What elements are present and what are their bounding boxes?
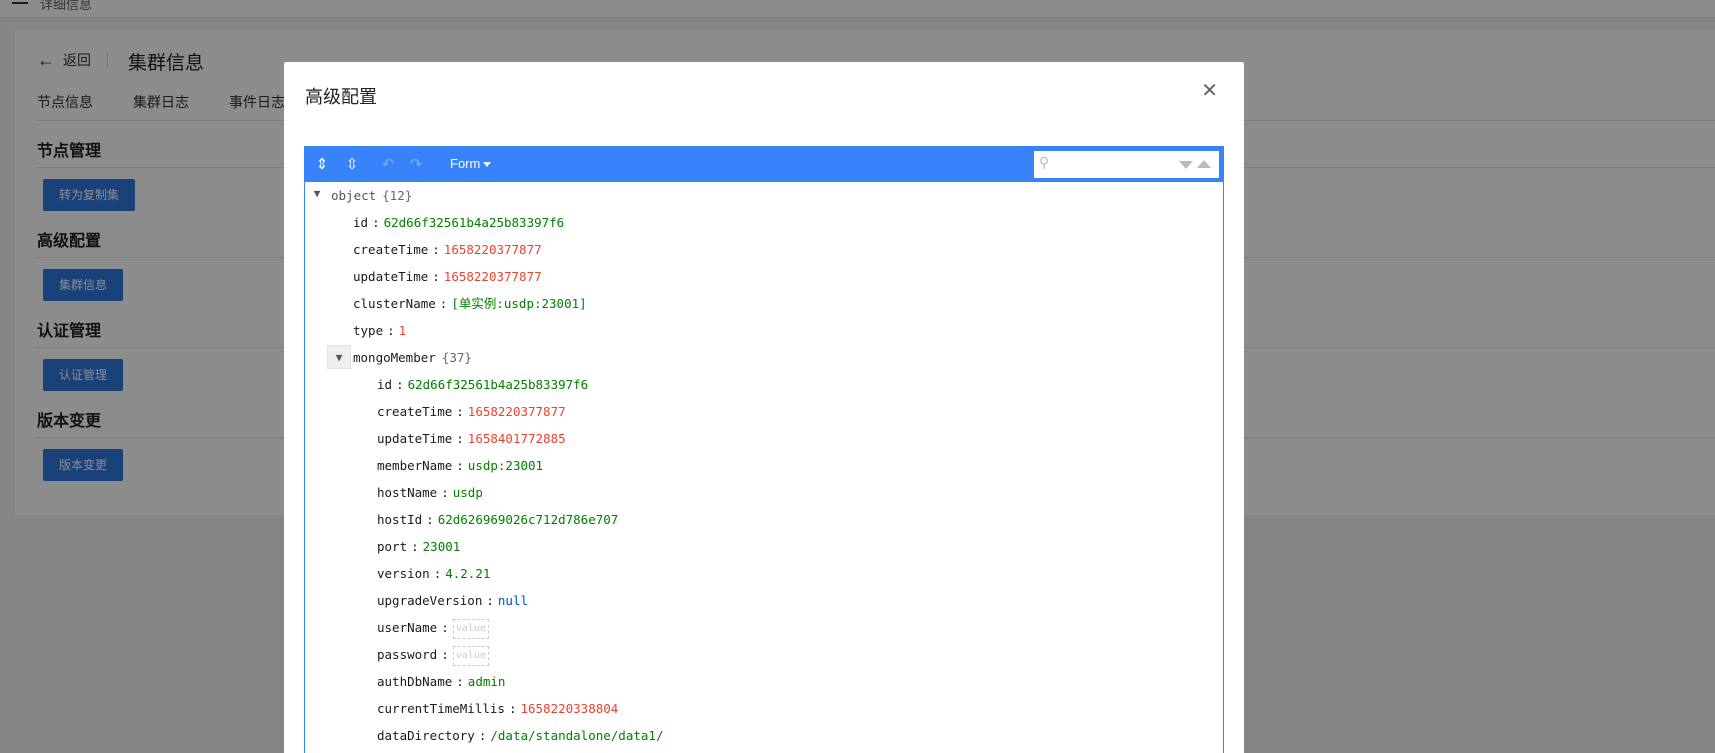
tree-field-dataDirectory[interactable]: dataDirectory:/data/standalone/data1/ <box>377 722 663 749</box>
field-key[interactable]: currentTimeMillis <box>377 701 505 716</box>
caret-down-icon <box>483 162 492 168</box>
tree-field-createTime[interactable]: createTime:1658220377877 <box>377 398 566 425</box>
field-key[interactable]: clusterName <box>353 296 436 311</box>
tree-field-memberName[interactable]: memberName: usdp:23001 <box>377 452 543 479</box>
field-separator: : <box>432 242 440 257</box>
tree-field-port[interactable]: port:23001 <box>377 533 460 560</box>
field-separator: : <box>441 485 449 500</box>
field-separator: : <box>456 404 464 419</box>
field-separator: : <box>441 647 449 662</box>
field-key[interactable]: dataDirectory <box>377 728 475 743</box>
field-value[interactable]: 1658220377877 <box>444 242 542 257</box>
mode-label: Form <box>450 156 481 171</box>
field-key[interactable]: createTime <box>377 404 452 419</box>
field-key[interactable]: authDbName <box>377 674 452 689</box>
field-separator: : <box>441 620 449 635</box>
field-value[interactable]: 62d66f32561b4a25b83397f6 <box>408 377 589 392</box>
field-key[interactable]: id <box>377 377 392 392</box>
json-editor: ⇕ ⇳ ↶ ↷ Form ⚲ ▼ object {12} id:62d66f325… <box>304 146 1224 753</box>
field-value[interactable]: value <box>452 645 489 666</box>
field-value[interactable]: 4.2.21 <box>445 566 490 581</box>
tree-field-upgradeVersion[interactable]: upgradeVersion: null <box>377 587 528 614</box>
field-separator: : <box>433 566 442 581</box>
field-value[interactable]: usdp <box>453 485 483 500</box>
field-value[interactable]: /data/standalone/data1/ <box>490 728 663 743</box>
field-key[interactable]: hostId <box>377 512 422 527</box>
field-separator: : <box>439 296 448 311</box>
expand-all-icon[interactable]: ⇕ <box>311 154 333 176</box>
field-separator: : <box>387 323 395 338</box>
mode-dropdown[interactable]: Form <box>450 156 492 171</box>
field-value[interactable]: 62d626969026c712d786e707 <box>438 512 619 527</box>
field-key[interactable]: memberName <box>377 458 452 473</box>
field-key[interactable]: port <box>377 539 407 554</box>
undo-icon[interactable]: ↶ <box>377 154 399 176</box>
field-value[interactable]: 1658220377877 <box>468 404 566 419</box>
field-key[interactable]: userName <box>377 620 437 635</box>
field-value[interactable]: 62d66f32561b4a25b83397f6 <box>384 215 565 230</box>
tree-field-updateTime[interactable]: updateTime:1658220377877 <box>353 263 542 290</box>
tree-field-authDbName[interactable]: authDbName: admin <box>377 668 505 695</box>
close-icon[interactable]: ✕ <box>1201 78 1218 103</box>
redo-icon[interactable]: ↷ <box>405 154 427 176</box>
field-value[interactable]: 1658220377877 <box>444 269 542 284</box>
field-key[interactable]: hostName <box>377 485 437 500</box>
field-separator: : <box>478 728 487 743</box>
field-value[interactable]: 1658401772885 <box>468 431 566 446</box>
tree-field-currentTimeMillis[interactable]: currentTimeMillis:1658220338804 <box>377 695 618 722</box>
field-value[interactable]: [单实例:usdp:23001] <box>451 296 586 311</box>
tree-node-mongo-member: mongoMember {37} <box>353 350 472 365</box>
field-separator: : <box>456 431 464 446</box>
tree-field-hostId[interactable]: hostId:62d626969026c712d786e707 <box>377 506 618 533</box>
field-separator: : <box>411 539 419 554</box>
field-separator: : <box>396 377 404 392</box>
field-key[interactable]: upgradeVersion <box>377 593 482 608</box>
field-value[interactable]: null <box>498 593 528 608</box>
field-key[interactable]: createTime <box>353 242 428 257</box>
field-key[interactable]: type <box>353 323 383 338</box>
field-key[interactable]: updateTime <box>353 269 428 284</box>
tree-field-type[interactable]: type:1 <box>353 317 406 344</box>
field-separator: : <box>456 458 464 473</box>
tree-field-updateTime[interactable]: updateTime:1658401772885 <box>377 425 566 452</box>
collapse-all-icon[interactable]: ⇳ <box>341 154 363 176</box>
search-box[interactable]: ⚲ <box>1034 151 1219 178</box>
advanced-config-modal: 高级配置 ✕ ⇕ ⇳ ↶ ↷ Form ⚲ ▼ object {12} id:62… <box>284 62 1244 753</box>
tree-field-password[interactable]: password: value <box>377 641 489 668</box>
tree-field-id[interactable]: id:62d66f32561b4a25b83397f6 <box>353 209 564 236</box>
json-tree: ▼ object {12} id:62d66f32561b4a25b83397f6… <box>305 182 1223 753</box>
tree-field-userName[interactable]: userName: value <box>377 614 489 641</box>
field-key[interactable]: version <box>377 566 430 581</box>
field-separator: : <box>426 512 434 527</box>
tree-field-id[interactable]: id:62d66f32561b4a25b83397f6 <box>377 371 588 398</box>
field-value[interactable]: 1658220338804 <box>520 701 618 716</box>
field-key[interactable]: id <box>353 215 368 230</box>
field-value[interactable]: usdp:23001 <box>468 458 543 473</box>
tree-field-hostName[interactable]: hostName: usdp <box>377 479 483 506</box>
field-separator: : <box>508 701 517 716</box>
collapse-toggle-icon[interactable]: ▼ <box>327 345 351 369</box>
tree-node-root: object {12} <box>331 188 413 203</box>
json-editor-menu: ⇕ ⇳ ↶ ↷ Form ⚲ <box>305 147 1223 182</box>
tree-field-createTime[interactable]: createTime:1658220377877 <box>353 236 542 263</box>
field-separator: : <box>432 269 440 284</box>
tree-field-clusterName[interactable]: clusterName: [单实例:usdp:23001] <box>353 290 587 317</box>
search-previous-icon[interactable] <box>1197 160 1211 168</box>
field-value[interactable]: value <box>452 618 489 639</box>
field-key[interactable]: password <box>377 647 437 662</box>
field-value[interactable]: 1 <box>399 323 407 338</box>
collapse-toggle-icon[interactable]: ▼ <box>305 182 329 206</box>
search-next-icon[interactable] <box>1179 161 1193 169</box>
field-separator: : <box>372 215 380 230</box>
field-separator: : <box>456 674 464 689</box>
field-key[interactable]: updateTime <box>377 431 452 446</box>
field-value[interactable]: 23001 <box>423 539 461 554</box>
field-separator: : <box>486 593 494 608</box>
search-icon: ⚲ <box>1039 154 1050 170</box>
modal-title: 高级配置 <box>305 87 377 107</box>
tree-field-version[interactable]: version:4.2.21 <box>377 560 490 587</box>
field-value[interactable]: admin <box>468 674 506 689</box>
